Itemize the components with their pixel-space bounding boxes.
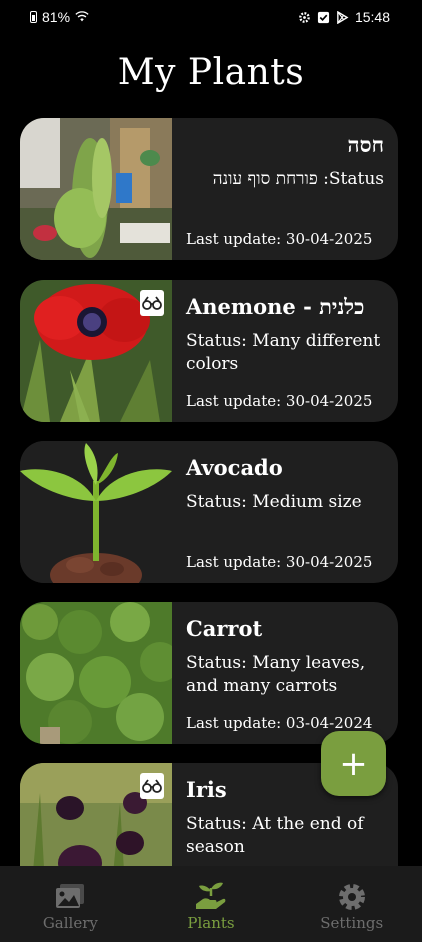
plant-last-update: Last update: 03-04-2024 — [186, 714, 373, 732]
clock: 15:48 — [354, 9, 390, 25]
plant-status: Status: Many different colors — [186, 331, 381, 374]
plant-info: Avocado Status: Medium size Last update:… — [186, 441, 384, 583]
gallery-icon — [55, 882, 85, 912]
plant-last-update: Last update: 30-04-2025 — [186, 553, 373, 571]
plant-status: Status: פורחת סוף עונה — [212, 169, 384, 189]
plant-card[interactable]: Avocado Status: Medium size Last update:… — [20, 441, 398, 583]
nav-gallery[interactable]: Gallery — [0, 866, 141, 942]
plant-status: Status: At the end of season — [186, 814, 364, 857]
plant-name: Anemone - כלנית — [186, 294, 365, 319]
plant-info: חסה Status: פורחת סוף עונה Last update: … — [186, 118, 384, 260]
binoculars-icon[interactable] — [140, 773, 164, 799]
plant-name: Carrot — [186, 616, 263, 641]
battery-level: 81% — [42, 9, 71, 25]
nav-plants[interactable]: Plants — [141, 866, 282, 942]
nav-label: Plants — [187, 914, 235, 932]
nav-label: Gallery — [42, 914, 98, 932]
plant-info: Anemone - כלנית Status: Many different c… — [186, 280, 384, 422]
status-right: 15:48 — [298, 9, 390, 25]
plant-name: Avocado — [186, 455, 283, 480]
plant-photo — [20, 763, 172, 866]
nav-label: Settings — [320, 914, 384, 932]
nav-settings[interactable]: Settings — [281, 866, 422, 942]
plant-status: Status: Medium size — [186, 492, 362, 512]
status-bar: 81% 15:48 — [0, 0, 422, 36]
plant-hand-icon — [195, 882, 227, 912]
plus-icon: + — [339, 743, 368, 784]
bottom-nav: Gallery Plants Settings — [0, 866, 422, 942]
binoculars-icon[interactable] — [140, 290, 164, 316]
checkbox-notification-icon — [317, 11, 330, 23]
plant-status: Status: Many leaves, and many carrots — [186, 653, 366, 696]
page-title: My Plants — [117, 52, 305, 93]
add-plant-button[interactable]: + — [321, 731, 386, 796]
plant-photo — [20, 118, 172, 260]
plant-last-update: Last update: 30-04-2025 — [186, 230, 373, 248]
battery-icon — [30, 11, 37, 23]
plant-card[interactable]: Anemone - כלנית Status: Many different c… — [20, 280, 398, 422]
settings-notification-icon — [299, 11, 310, 23]
plant-photo — [20, 441, 172, 583]
plant-photo — [20, 280, 172, 422]
gear-icon — [337, 882, 367, 912]
plant-card[interactable]: Carrot Status: Many leaves, and many car… — [20, 602, 398, 744]
wifi-icon — [75, 11, 89, 22]
status-left: 81% — [30, 9, 89, 25]
plant-photo — [20, 602, 172, 744]
plant-last-update: Last update: 30-04-2025 — [186, 392, 373, 410]
plant-name: חסה — [347, 132, 384, 157]
plant-card[interactable]: חסה Status: פורחת סוף עונה Last update: … — [20, 118, 398, 260]
plant-info: Carrot Status: Many leaves, and many car… — [186, 602, 384, 744]
play-store-icon — [337, 10, 349, 24]
